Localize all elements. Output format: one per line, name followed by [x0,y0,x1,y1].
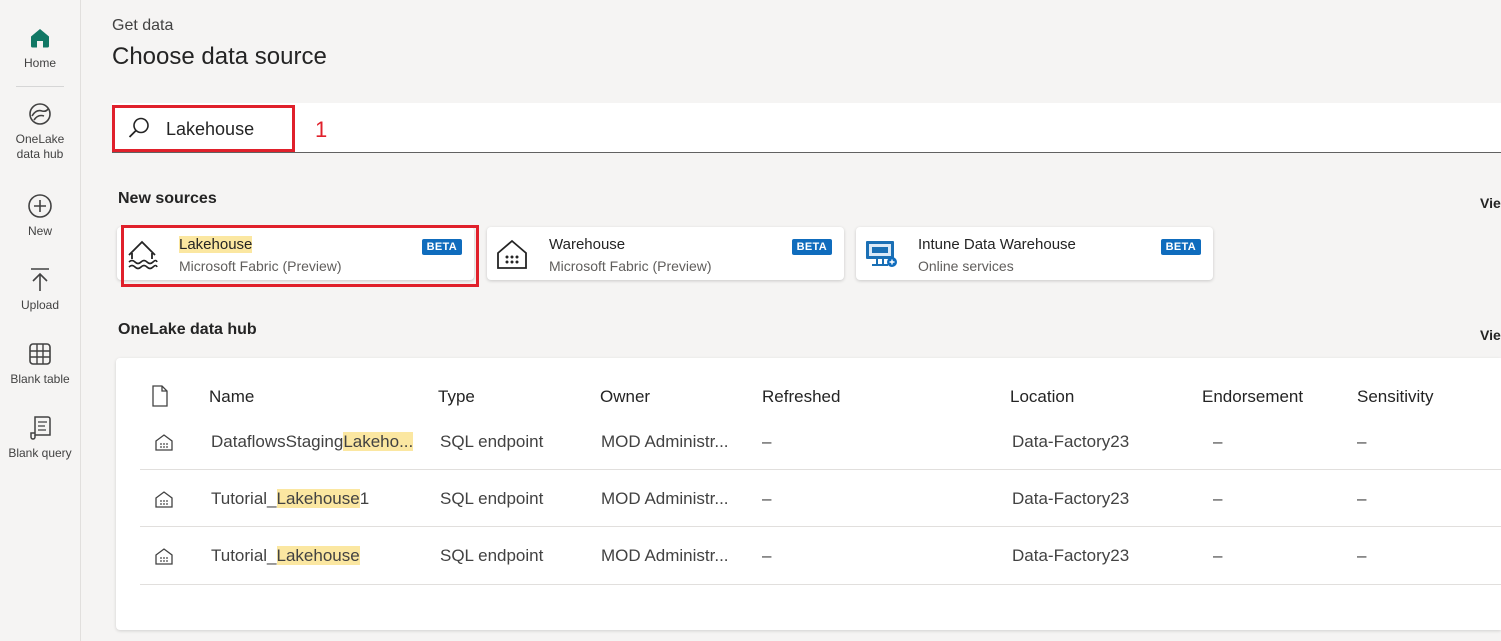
source-card-name: Warehouse [549,236,626,253]
search-match-highlight: Lakehouse [276,546,360,565]
rail-item-new[interactable]: New [0,192,80,239]
rail-item-label: Blank query [8,446,72,460]
row-name: Tutorial_Lakehouse [211,546,360,566]
row-endorsement: – [1213,546,1223,565]
page-title: Choose data source [112,43,327,70]
row-divider [140,526,1501,527]
source-card-subtitle: Online services [918,258,1014,274]
source-card-subtitle: Microsoft Fabric (Preview) [179,258,342,274]
search-match-highlight: Lakehouse [179,236,253,253]
row-type: SQL endpoint [440,546,544,565]
rail-item-label: OneLake data hub [15,132,65,161]
name-text: 1 [359,489,370,508]
row-refreshed: – [762,546,772,565]
source-card-name: Lakehouse [179,236,253,253]
view-more-link[interactable]: Vie [1480,195,1501,211]
view-more-link[interactable]: Vie [1480,327,1501,343]
column-header-location[interactable]: Location [1010,387,1074,407]
table-icon [26,340,54,368]
column-header-endorsement[interactable]: Endorsement [1202,387,1303,407]
onelake-icon [26,100,54,128]
file-type-column-icon [150,385,170,407]
lakehouse-icon [123,235,161,273]
warehouse-icon [154,489,174,509]
row-owner: MOD Administr... [601,546,729,565]
row-endorsement: – [1213,489,1223,508]
column-header-sensitivity[interactable]: Sensitivity [1357,387,1434,407]
rail-item-label: Home [23,56,56,70]
intune-icon [862,235,900,273]
warehouse-icon [154,432,174,452]
row-location: Data-Factory23 [1012,432,1130,451]
rail-item-label: New [27,224,52,238]
column-header-type[interactable]: Type [438,387,475,407]
name-text: Tutorial_ [211,546,277,565]
row-type: SQL endpoint [440,432,544,451]
rail-item-upload[interactable]: Upload [0,266,80,313]
row-name: DataflowsStagingLakeho... [211,432,414,452]
search-match-highlight: Lakeho... [343,432,414,451]
beta-badge: BETA [1160,239,1201,255]
row-type: SQL endpoint [440,489,544,508]
row-sensitivity: – [1357,432,1367,451]
plus-circle-icon [26,192,54,220]
warehouse-icon [493,235,531,273]
column-header-owner[interactable]: Owner [600,387,650,407]
column-header-name[interactable]: Name [209,387,254,407]
upload-icon [26,266,54,294]
search-icon [127,116,151,140]
row-divider [140,584,1501,585]
source-card-warehouse[interactable]: Warehouse Microsoft Fabric (Preview) BET… [487,227,844,280]
column-header-refreshed[interactable]: Refreshed [762,387,840,407]
home-icon [26,24,54,52]
rail-item-label: Blank table [10,372,70,386]
beta-badge: BETA [421,239,462,255]
row-location: Data-Factory23 [1012,546,1130,565]
rail-item-home[interactable]: Home [0,24,80,71]
row-owner: MOD Administr... [601,432,729,451]
onelake-heading: OneLake data hub [118,321,257,338]
row-location: Data-Factory23 [1012,489,1130,508]
query-icon [26,414,54,442]
left-nav-rail: Home OneLake data hub New Upload Blank t… [0,0,81,641]
row-name: Tutorial_Lakehouse1 [211,489,369,509]
rail-item-blank-query[interactable]: Blank query [0,414,80,461]
beta-badge: BETA [791,239,832,255]
search-input[interactable] [166,116,286,142]
rail-item-blank-table[interactable]: Blank table [0,340,80,387]
row-endorsement: – [1213,432,1223,451]
row-owner: MOD Administr... [601,489,729,508]
breadcrumb: Get data [112,17,174,34]
source-card-lakehouse[interactable]: Lakehouse Microsoft Fabric (Preview) BET… [117,227,474,280]
row-refreshed: – [762,489,772,508]
search-match-highlight: Lakehouse [276,489,360,508]
source-card-intune[interactable]: Intune Data Warehouse Online services BE… [856,227,1213,280]
rail-item-onelake[interactable]: OneLake data hub [0,100,80,162]
source-card-name: Intune Data Warehouse [918,236,1076,253]
callout-number-1: 1 [315,117,328,142]
row-refreshed: – [762,432,772,451]
row-sensitivity: – [1357,546,1367,565]
source-card-subtitle: Microsoft Fabric (Preview) [549,258,712,274]
rail-item-label: Upload [20,298,60,312]
warehouse-icon [154,546,174,566]
row-divider [140,469,1501,470]
row-sensitivity: – [1357,489,1367,508]
name-text: Tutorial_ [211,489,277,508]
new-sources-heading: New sources [118,190,217,207]
rail-divider [16,86,64,87]
name-text: DataflowsStaging [211,432,344,451]
